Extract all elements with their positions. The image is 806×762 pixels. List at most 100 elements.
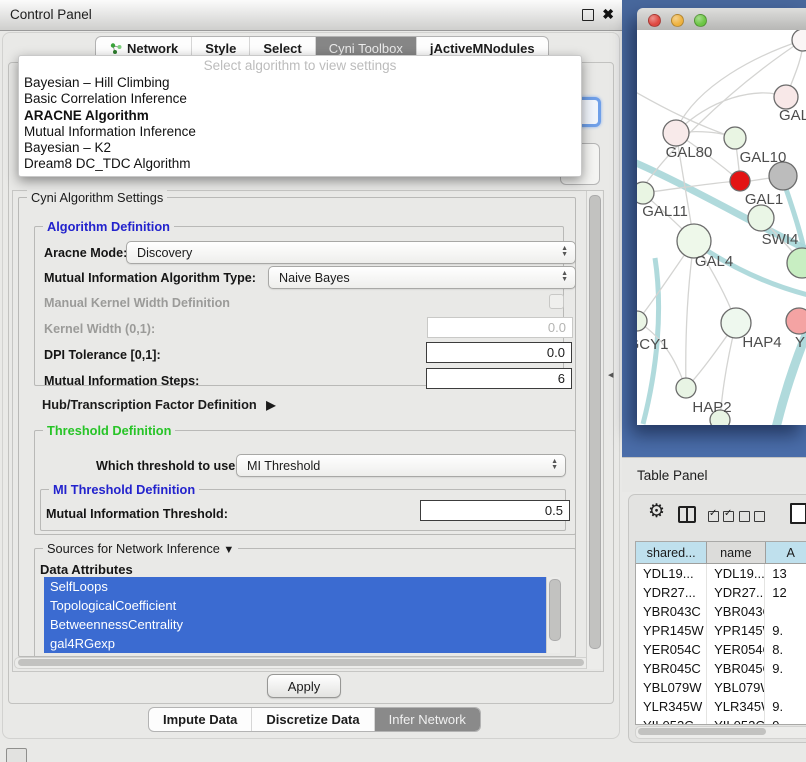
network-node-label: HAP2 (692, 399, 731, 416)
settings-vscrollbar[interactable] (586, 191, 602, 669)
columns-icon[interactable] (678, 506, 696, 523)
table-panel-body: ⚙ shared...nameA YDL19...YDL19...13YDR27… (628, 494, 806, 743)
table-panel-title: Table Panel (637, 468, 708, 483)
table-cell: YDR27... (707, 583, 765, 602)
table-row[interactable]: YDL19...YDL19...13 (636, 564, 806, 583)
network-edge[interactable] (637, 321, 686, 388)
table-cell: YPR145W (636, 621, 707, 640)
network-node-label: GAL1 (745, 191, 783, 208)
algorithm-option[interactable]: Bayesian – Hill Climbing (19, 75, 581, 91)
apply-button[interactable]: Apply (267, 674, 341, 698)
gear-icon[interactable]: ⚙ (648, 503, 665, 521)
table-row[interactable]: YBR043CYBR043C (636, 602, 806, 621)
kernel-width-field[interactable]: 0.0 (427, 317, 573, 338)
network-node[interactable] (792, 30, 806, 51)
data-attributes-list[interactable]: SelfLoopsTopologicalCoefficientBetweenne… (44, 577, 546, 653)
algorithm-option[interactable]: Bayesian – K2 (19, 140, 581, 156)
attribute-item[interactable]: BetweennessCentrality (44, 615, 546, 634)
network-node[interactable] (769, 162, 797, 190)
panel-splitter-handle[interactable]: ◀ (608, 371, 613, 379)
network-node[interactable] (748, 205, 774, 231)
table-row[interactable]: YPR145WYPR145W9. (636, 621, 806, 640)
mi-threshold-label: Mutual Information Threshold: (46, 507, 228, 521)
network-edge[interactable] (686, 241, 694, 388)
table-cell: YBR043C (636, 602, 707, 621)
close-traffic-light[interactable] (648, 14, 661, 27)
table-row[interactable]: YDR27...YDR27...12 (636, 583, 806, 602)
table-row[interactable]: YER054CYER054C8. (636, 640, 806, 659)
table-row[interactable]: YBR045CYBR045C9. (636, 659, 806, 678)
network-window: GALGAL80GAL10GAL1GAL11SWI4GAL4GCY1HAP4YH… (637, 8, 806, 425)
network-node[interactable] (730, 171, 750, 191)
network-node[interactable] (637, 182, 654, 204)
aracne-mode-label: Aracne Mode: (44, 246, 127, 260)
table-cell: YBR045C (707, 659, 765, 678)
algorithm-option[interactable]: Mutual Information Inference (19, 124, 581, 140)
settings-hscrollbar[interactable] (14, 657, 594, 669)
bottom-tabbar: Impute DataDiscretize DataInfer Network (148, 707, 481, 732)
network-node[interactable] (786, 308, 806, 334)
hub-definition-toggle[interactable]: Hub/Transcription Factor Definition ▶ (42, 397, 276, 412)
combo-arrows-icon: ▲▼ (561, 246, 568, 258)
attribute-item[interactable]: TopologicalCoefficient (44, 596, 546, 615)
table-cell: YIL052C (707, 716, 765, 725)
network-canvas[interactable]: GALGAL80GAL10GAL1GAL11SWI4GAL4GCY1HAP4YH… (637, 30, 806, 425)
node-table[interactable]: shared...nameA YDL19...YDL19...13YDR27..… (635, 541, 806, 725)
collapse-arrow-icon: ▼ (223, 544, 234, 556)
collapse-panel-button[interactable] (6, 748, 27, 762)
which-threshold-combo[interactable]: MI Threshold ▲▼ (236, 454, 566, 477)
column-header-2[interactable]: name (707, 542, 765, 564)
network-node[interactable] (724, 127, 746, 149)
attribute-item[interactable]: gal4RGexp (44, 634, 546, 653)
network-node-label: GCY1 (637, 336, 668, 353)
table-cell: 9 (765, 716, 806, 725)
table-row[interactable]: YLR345WYLR345W9. (636, 697, 806, 716)
table-row[interactable]: YBL079WYBL079W (636, 678, 806, 697)
close-icon[interactable]: ✖ (602, 6, 614, 23)
network-node[interactable] (637, 311, 647, 331)
table-cell: 8. (765, 640, 806, 659)
network-node-label: GAL4 (695, 253, 733, 270)
aracne-mode-combo[interactable]: Discovery ▲▼ (126, 241, 576, 264)
sources-group-title[interactable]: Sources for Network Inference ▼ (43, 541, 238, 556)
hide-columns-icon[interactable] (739, 509, 769, 527)
zoom-traffic-light[interactable] (694, 14, 707, 27)
column-header-3[interactable]: A (766, 542, 806, 564)
mi-threshold-field[interactable]: 0.5 (420, 500, 570, 521)
float-window-icon[interactable] (582, 9, 594, 21)
attribute-item[interactable]: SelfLoops (44, 577, 546, 596)
manual-kernel-checkbox[interactable] (549, 294, 564, 309)
network-edge[interactable] (750, 178, 770, 181)
attributes-scrollbar[interactable] (546, 577, 560, 653)
data-attributes-label: Data Attributes (40, 562, 133, 577)
document-icon[interactable] (790, 503, 806, 524)
table-row[interactable]: YIL052CYIL052C9 (636, 716, 806, 725)
table-cell: YBR045C (636, 659, 707, 678)
dpi-tolerance-label: DPI Tolerance [0,1]: (44, 348, 161, 362)
table-cell: YDR27... (636, 583, 707, 602)
cyni-algorithm-settings-title: Cyni Algorithm Settings (27, 190, 167, 205)
which-threshold-value: MI Threshold (247, 459, 320, 473)
minimize-traffic-light[interactable] (671, 14, 684, 27)
network-node[interactable] (774, 85, 798, 109)
show-columns-icon[interactable] (708, 509, 738, 527)
algorithm-option[interactable]: ARACNE Algorithm (19, 108, 581, 124)
mi-steps-field[interactable]: 6 (426, 368, 572, 389)
table-cell: YLR345W (707, 697, 765, 716)
tab-infer-network[interactable]: Infer Network (374, 708, 480, 731)
column-header-1[interactable]: shared... (636, 542, 707, 564)
algorithm-option[interactable]: Dream8 DC_TDC Algorithm (19, 156, 581, 172)
network-edge[interactable] (676, 93, 786, 133)
table-cell: YBL079W (707, 678, 765, 697)
table-hscrollbar[interactable] (635, 726, 806, 739)
algorithm-option[interactable]: Basic Correlation Inference (19, 91, 581, 107)
tab-impute-data[interactable]: Impute Data (149, 708, 251, 731)
mi-type-combo[interactable]: Naive Bayes ▲▼ (268, 266, 576, 289)
table-cell: YBL079W (636, 678, 707, 697)
network-node[interactable] (663, 120, 689, 146)
tab-discretize-data[interactable]: Discretize Data (251, 708, 373, 731)
network-node[interactable] (676, 378, 696, 398)
dpi-tolerance-field[interactable]: 0.0 (426, 342, 572, 363)
network-node[interactable] (787, 248, 806, 278)
tab-label: Select (263, 41, 301, 56)
